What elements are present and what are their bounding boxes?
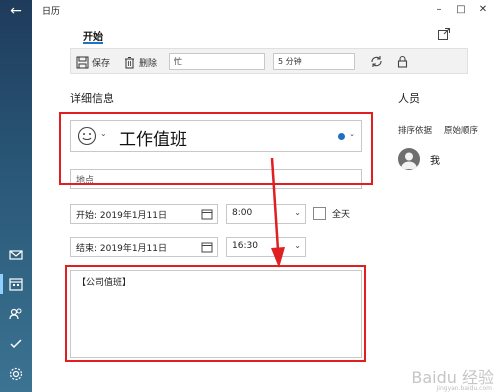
mail-icon[interactable]	[8, 247, 24, 263]
highlight-box-notes	[65, 265, 366, 362]
all-day-checkbox[interactable]	[313, 207, 326, 220]
close-button[interactable]: ✕	[472, 0, 494, 20]
back-button[interactable]: ←	[0, 0, 32, 24]
original-order-option[interactable]: 原始顺序	[444, 124, 478, 136]
calendar-picker-icon	[201, 208, 213, 220]
delete-button[interactable]: 删除	[123, 54, 157, 70]
start-label: 开始:	[76, 211, 98, 221]
avatar	[398, 148, 420, 170]
lock-icon[interactable]	[395, 54, 410, 69]
end-date-value: 2019年1月11日	[99, 244, 168, 254]
sort-by-label[interactable]: 排序依据	[398, 124, 432, 136]
window-title: 日历	[42, 7, 61, 17]
people-icon[interactable]	[8, 306, 24, 322]
popout-icon[interactable]	[437, 26, 451, 40]
delete-label: 删除	[139, 58, 158, 69]
save-button[interactable]: 保存	[76, 54, 110, 70]
calendar-picker-icon	[201, 241, 213, 253]
start-date-value: 2019年1月11日	[99, 211, 168, 221]
end-date-picker[interactable]: 结束: 2019年1月11日	[70, 237, 218, 257]
title-bar: 日历 – □ ✕	[32, 0, 500, 22]
trash-icon	[125, 56, 134, 68]
chevron-down-icon: ⌄	[294, 208, 301, 217]
tab-underline	[83, 42, 103, 44]
end-time-value: 16:30	[232, 241, 258, 251]
chevron-down-icon: ⌄	[294, 241, 301, 250]
watermark-url: jingyan.baidu.com	[436, 385, 492, 392]
maximize-button[interactable]: □	[450, 0, 472, 20]
event-toolbar: 保存 删除 忙 5 分钟	[70, 48, 468, 74]
highlight-box-title	[59, 112, 373, 185]
attendee-me: 我	[430, 156, 440, 167]
selected-indicator	[0, 274, 3, 294]
all-day-label: 全天	[332, 210, 351, 220]
save-label: 保存	[92, 58, 111, 69]
todo-icon[interactable]	[8, 336, 24, 352]
people-heading: 人员	[398, 92, 420, 105]
navigation-rail: ←	[0, 0, 32, 392]
red-arrow-icon	[270, 158, 285, 268]
reminder-dropdown[interactable]: 5 分钟	[273, 53, 355, 70]
details-heading: 详细信息	[70, 92, 114, 105]
start-date-picker[interactable]: 开始: 2019年1月11日	[70, 204, 218, 224]
tab-start[interactable]: 开始	[83, 28, 103, 43]
calendar-icon[interactable]	[8, 276, 24, 292]
end-label: 结束:	[76, 244, 98, 254]
save-icon	[76, 56, 89, 68]
settings-icon[interactable]	[8, 366, 24, 382]
minimize-button[interactable]: –	[428, 0, 450, 20]
start-time-value: 8:00	[232, 208, 253, 218]
show-as-dropdown[interactable]: 忙	[169, 53, 265, 70]
repeat-icon[interactable]	[369, 54, 384, 69]
